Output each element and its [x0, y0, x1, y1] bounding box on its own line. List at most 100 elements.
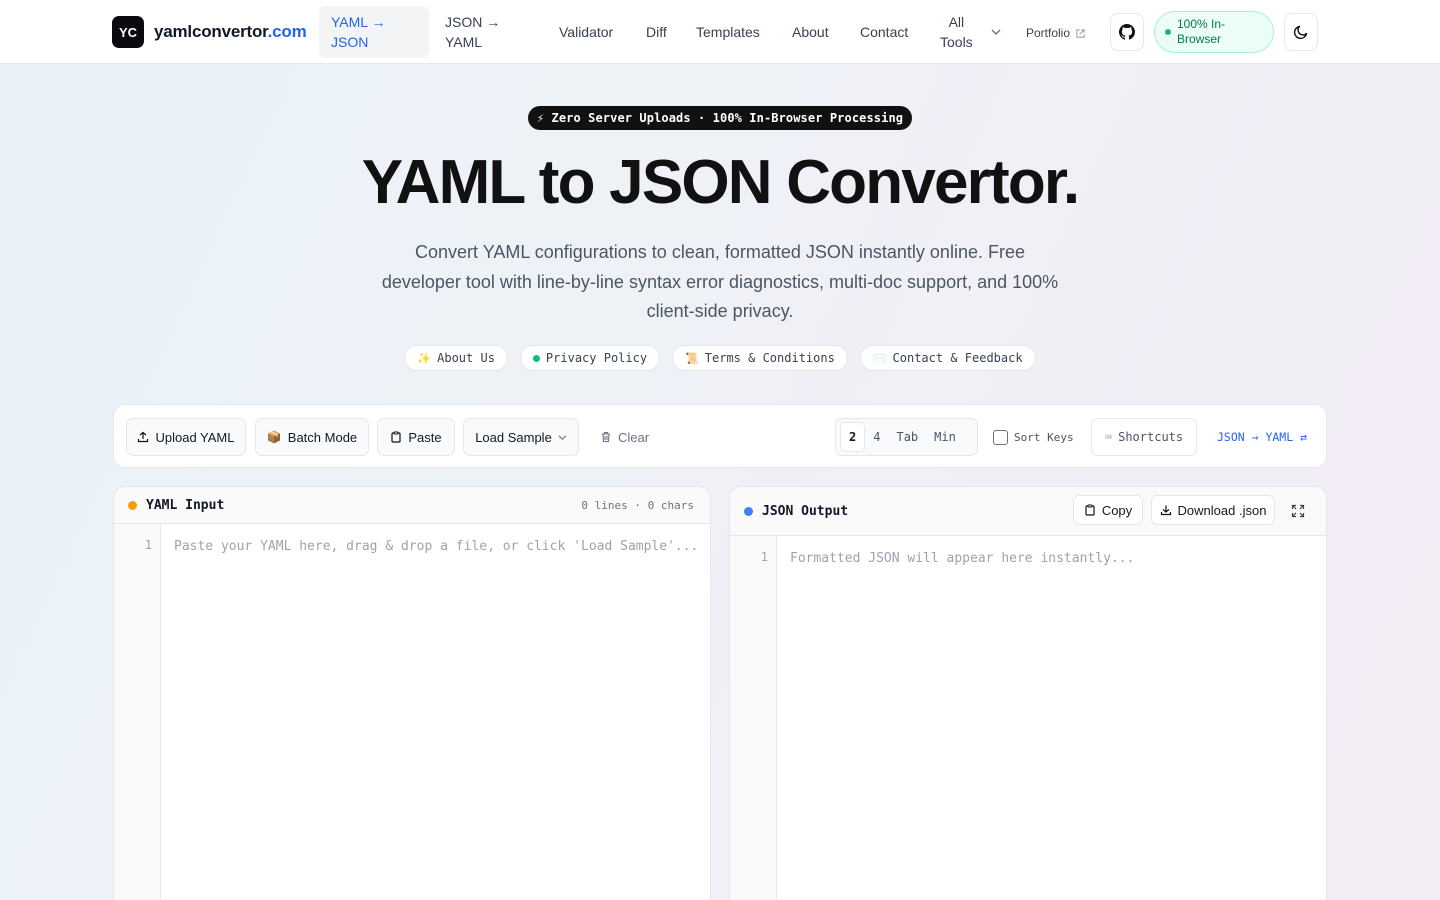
clipboard-icon [391, 431, 401, 443]
shortcuts-label: Shortcuts [1118, 430, 1184, 444]
status-line1: 100% In- [1177, 17, 1226, 31]
external-link-icon [1076, 28, 1085, 38]
paste-button[interactable]: Paste [377, 418, 455, 456]
swap-direction-link[interactable]: JSON → YAML ⇄ [1217, 418, 1307, 456]
sort-keys-toggle[interactable]: Sort Keys [993, 418, 1074, 456]
nav-all-tools-line2: Tools [940, 34, 973, 50]
github-icon [1119, 24, 1135, 40]
page-title: YAML to JSON Convertor. [361, 148, 1080, 217]
nav-portfolio[interactable]: Portfolio [1026, 23, 1086, 43]
json-status-dot-icon [744, 507, 753, 516]
chip-privacy-policy-label: Privacy Policy [545, 351, 648, 365]
package-icon: 📦 [266, 430, 282, 444]
nav-all-tools[interactable]: All Tools [940, 12, 973, 52]
download-icon [1160, 505, 1171, 516]
chip-terms[interactable]: 📜 Terms & Conditions [672, 345, 848, 371]
scroll-icon: 📜 [685, 351, 699, 365]
expand-icon [1291, 504, 1305, 518]
yaml-input-stats: 0 lines · 0 chars [581, 499, 694, 512]
json-output-panel: JSON Output Copy Download .json 1 Format… [729, 486, 1327, 900]
nav-diff[interactable]: Diff [646, 22, 667, 42]
chip-contact-label: Contact & Feedback [892, 351, 1023, 365]
chip-about-us[interactable]: ✨ About Us [404, 345, 508, 371]
chip-terms-label: Terms & Conditions [704, 351, 835, 365]
download-json-button[interactable]: Download .json [1151, 495, 1275, 525]
paste-label: Paste [408, 429, 442, 445]
github-button[interactable] [1110, 13, 1144, 51]
converter-toolbar: Upload YAML 📦 Batch Mode Paste Load Samp… [113, 404, 1327, 468]
nav-templates[interactable]: Templates [696, 22, 760, 42]
shortcuts-button[interactable]: ⌨ Shortcuts [1091, 418, 1197, 456]
download-json-label: Download .json [1177, 502, 1267, 518]
clear-label: Clear [618, 429, 650, 445]
nav-contact[interactable]: Contact [860, 22, 908, 42]
json-line-gutter: 1 [730, 536, 777, 900]
yaml-input-title-label: YAML Input [146, 498, 225, 513]
sort-keys-label: Sort Keys [1014, 430, 1074, 444]
nav-json-to-yaml-line1: JSON → [445, 14, 501, 30]
indent-option-2[interactable]: 2 [840, 422, 866, 452]
site-logo[interactable]: YC yamlconvertor.com [112, 16, 307, 48]
logo-name: yamlconvertor [154, 22, 268, 41]
json-output-editor[interactable]: Formatted JSON will appear here instantl… [790, 551, 1134, 566]
indent-option-min[interactable]: Min [926, 422, 964, 452]
status-dot-icon [1165, 29, 1171, 35]
nav-yaml-to-json-line1: YAML → [331, 14, 386, 30]
json-output-title: JSON Output [744, 504, 848, 519]
json-output-header: JSON Output Copy Download .json [730, 487, 1326, 536]
info-links: ✨ About Us Privacy Policy 📜 Terms & Cond… [0, 345, 1440, 371]
copy-button[interactable]: Copy [1073, 495, 1143, 525]
upload-icon [138, 431, 149, 443]
logo-mark: YC [112, 16, 144, 48]
nav-all-tools-line1: All [948, 14, 965, 30]
privacy-badge: ⚡ Zero Server Uploads · 100% In-Browser … [528, 106, 912, 130]
green-dot-icon [532, 354, 540, 362]
indent-option-4[interactable]: 4 [865, 422, 888, 452]
status-line2: Browser [1177, 32, 1222, 46]
nav-yaml-to-json[interactable]: YAML → JSON [319, 6, 429, 58]
yaml-input-editor[interactable]: Paste your YAML here, drag & drop a file… [174, 539, 698, 554]
fullscreen-button[interactable] [1291, 504, 1305, 523]
all-tools-chevron-down-icon [991, 29, 1001, 35]
clear-button[interactable]: Clear [600, 418, 649, 456]
load-sample-dropdown[interactable]: Load Sample [463, 418, 579, 456]
load-sample-label: Load Sample [475, 429, 552, 445]
copy-label: Copy [1101, 502, 1133, 518]
trash-icon [602, 431, 610, 443]
chip-about-us-label: About Us [437, 351, 495, 365]
theme-toggle-button[interactable] [1284, 13, 1318, 51]
nav-about[interactable]: About [792, 22, 829, 42]
indent-option-tab[interactable]: Tab [888, 422, 926, 452]
upload-yaml-button[interactable]: Upload YAML [126, 418, 246, 456]
moon-icon [1293, 25, 1308, 40]
batch-mode-label: Batch Mode [287, 429, 358, 445]
logo-tld: .com [267, 22, 307, 41]
batch-mode-button[interactable]: 📦 Batch Mode [255, 418, 369, 456]
sparkles-icon: ✨ [417, 351, 432, 365]
nav-portfolio-label: Portfolio [1026, 26, 1071, 40]
logo-text: yamlconvertor.com [154, 22, 307, 42]
in-browser-status-badge: 100% In- Browser [1154, 11, 1274, 53]
json-line-number: 1 [760, 550, 768, 564]
chip-contact[interactable]: ✉️ Contact & Feedback [859, 345, 1036, 371]
chevron-down-icon [558, 434, 567, 440]
copy-icon [1085, 504, 1095, 516]
yaml-input-panel: YAML Input 0 lines · 0 chars 1 Paste you… [113, 486, 711, 900]
top-navbar: YC yamlconvertor.com YAML → JSON JSON → … [0, 0, 1440, 64]
yaml-status-dot-icon [128, 501, 137, 510]
yaml-input-title: YAML Input [128, 498, 224, 513]
yaml-line-number: 1 [144, 538, 152, 552]
json-output-title-label: JSON Output [762, 504, 849, 519]
yaml-line-gutter: 1 [114, 524, 161, 900]
nav-json-to-yaml[interactable]: JSON → YAML [433, 6, 512, 58]
envelope-icon: ✉️ [872, 351, 887, 365]
keyboard-icon: ⌨ [1104, 430, 1113, 444]
nav-json-to-yaml-line2: YAML [445, 34, 483, 50]
sort-keys-checkbox[interactable] [993, 429, 1008, 445]
upload-yaml-label: Upload YAML [155, 429, 235, 445]
chip-privacy-policy[interactable]: Privacy Policy [519, 345, 661, 371]
yaml-input-header: YAML Input 0 lines · 0 chars [114, 487, 710, 524]
indent-selector: 2 4 Tab Min [835, 418, 978, 456]
page-subtitle: Convert YAML configurations to clean, fo… [381, 242, 1059, 321]
nav-validator[interactable]: Validator [559, 22, 613, 42]
